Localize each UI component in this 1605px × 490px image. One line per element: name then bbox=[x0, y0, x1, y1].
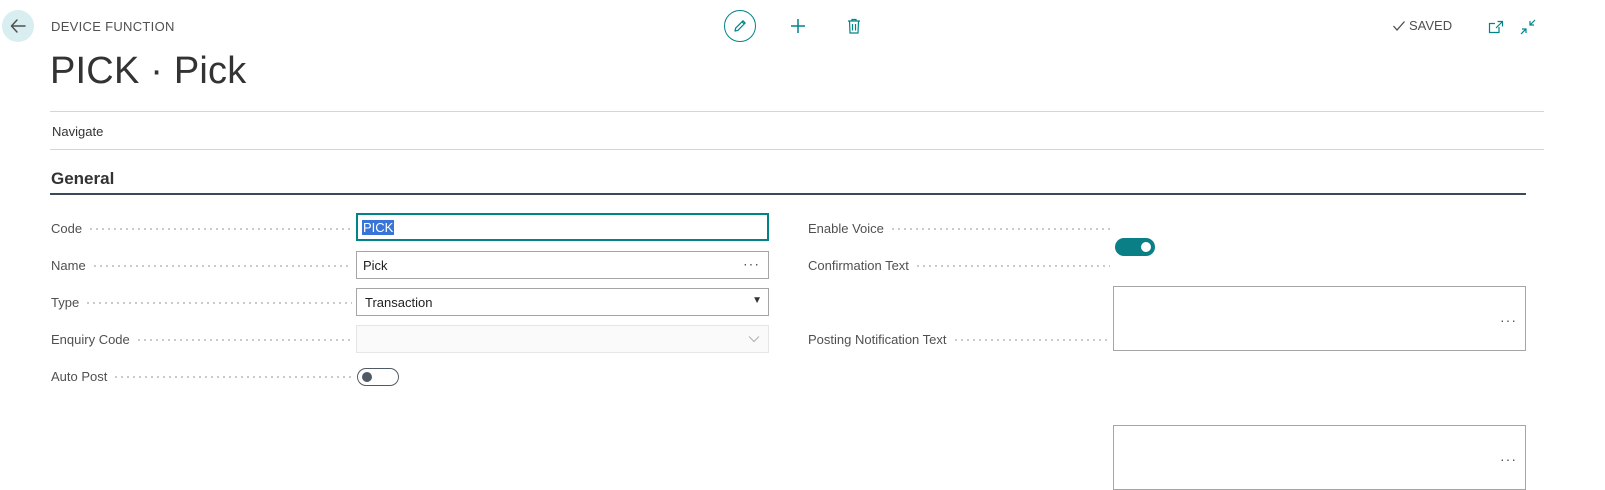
name-field[interactable]: Pick ··· bbox=[356, 251, 769, 279]
section-underline bbox=[50, 193, 1526, 195]
auto-post-label: Auto Post bbox=[51, 366, 352, 386]
type-value: Transaction bbox=[365, 294, 433, 310]
type-select[interactable]: Transaction ▼ bbox=[356, 288, 769, 316]
section-title-general[interactable]: General bbox=[51, 169, 114, 189]
name-label: Name bbox=[51, 255, 352, 275]
name-assist-button[interactable]: ··· bbox=[743, 255, 760, 271]
enquiry-code-select[interactable] bbox=[356, 325, 769, 353]
enable-voice-label: Enable Voice bbox=[808, 218, 1110, 238]
confirmation-text-assist-button[interactable]: ··· bbox=[1500, 312, 1517, 328]
edit-button[interactable] bbox=[724, 10, 756, 42]
back-button[interactable] bbox=[2, 10, 34, 42]
pencil-icon bbox=[734, 20, 746, 32]
divider-top bbox=[50, 111, 1544, 112]
checkmark-icon bbox=[1393, 20, 1405, 31]
posting-notification-text-label: Posting Notification Text bbox=[808, 329, 1110, 349]
collapse-button[interactable] bbox=[1518, 17, 1538, 37]
dropdown-caret-icon: ▼ bbox=[752, 295, 762, 306]
enquiry-code-label: Enquiry Code bbox=[51, 329, 352, 349]
trash-icon bbox=[848, 18, 860, 34]
plus-icon bbox=[791, 19, 805, 33]
chevron-down-icon bbox=[748, 336, 760, 343]
enable-voice-toggle[interactable] bbox=[1115, 238, 1155, 256]
popout-icon bbox=[1488, 20, 1504, 34]
delete-button[interactable] bbox=[841, 13, 867, 39]
navigate-menu[interactable]: Navigate bbox=[52, 124, 103, 139]
page-title: PICK · Pick bbox=[50, 50, 247, 92]
confirmation-text-field[interactable]: ··· bbox=[1113, 286, 1526, 351]
toggle-knob bbox=[1141, 242, 1151, 252]
auto-post-toggle[interactable] bbox=[357, 368, 399, 386]
toggle-knob bbox=[362, 372, 372, 382]
back-arrow-icon bbox=[10, 19, 26, 33]
collapse-icon bbox=[1520, 19, 1536, 35]
posting-notification-text-field[interactable]: ··· bbox=[1113, 425, 1526, 490]
saved-label: SAVED bbox=[1409, 18, 1453, 33]
divider-bottom bbox=[50, 149, 1544, 150]
saved-status: SAVED bbox=[1392, 18, 1452, 33]
code-field[interactable]: PICK bbox=[356, 213, 769, 241]
type-label: Type bbox=[51, 292, 352, 312]
confirmation-text-label: Confirmation Text bbox=[808, 255, 1110, 275]
page-caption: DEVICE FUNCTION bbox=[51, 19, 175, 34]
open-new-window-button[interactable] bbox=[1486, 17, 1506, 37]
name-value: Pick bbox=[363, 257, 388, 273]
code-value: PICK bbox=[362, 219, 395, 235]
code-label: Code bbox=[51, 218, 352, 238]
posting-notification-text-assist-button[interactable]: ··· bbox=[1500, 451, 1517, 467]
new-button[interactable] bbox=[785, 13, 811, 39]
